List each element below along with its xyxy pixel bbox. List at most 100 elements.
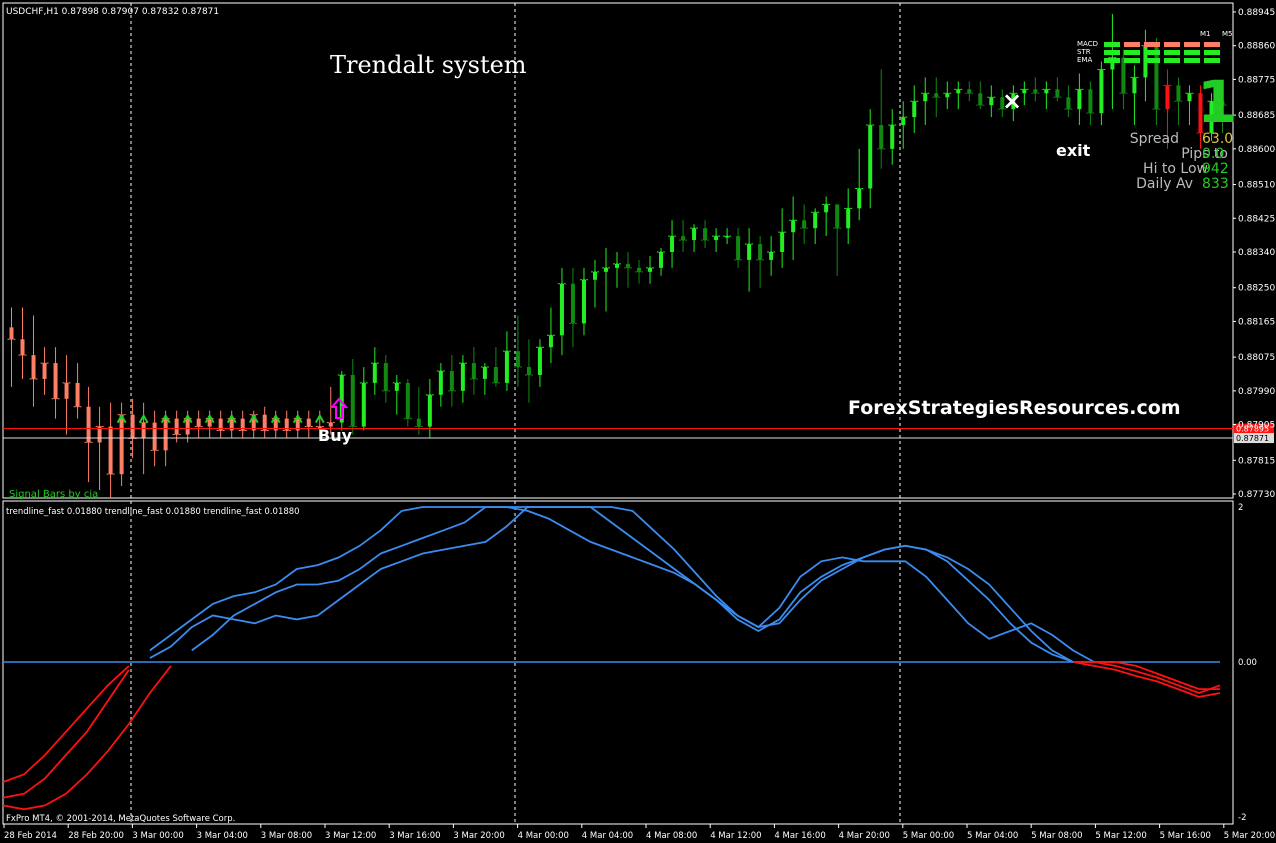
panel-label-macd: MACD <box>1077 40 1098 48</box>
time-tick-label: 4 Mar 12:00 <box>710 831 761 841</box>
buy-label: Buy <box>318 426 353 445</box>
time-tick-label: 5 Mar 04:00 <box>967 831 1018 841</box>
candle-body <box>1077 89 1082 110</box>
candle-body <box>361 382 366 427</box>
panel-signal-bar <box>1164 42 1180 47</box>
candle-body <box>405 382 410 419</box>
time-tick-label: 5 Mar 12:00 <box>1095 831 1146 841</box>
candle-body <box>659 251 664 268</box>
price-tick-label: 0.87905 <box>1238 421 1275 431</box>
candle-body <box>978 93 983 106</box>
candle-body <box>460 363 465 391</box>
time-tick-label: 28 Feb 20:00 <box>68 831 124 841</box>
panel-signal-bar <box>1164 50 1180 55</box>
price-tick-label: 0.88600 <box>1238 145 1275 155</box>
candle-body <box>1099 69 1104 114</box>
panel-signal-bar <box>1144 42 1160 47</box>
candle-body <box>615 263 619 268</box>
candle-body <box>1176 85 1181 102</box>
candle-body <box>504 351 509 383</box>
candle-body <box>1187 93 1192 102</box>
candle-body <box>306 418 311 427</box>
candle-body <box>846 208 851 229</box>
panel-signal-bar <box>1184 58 1200 63</box>
stat-dailyav-label: Daily Av <box>1136 176 1193 192</box>
candle-body <box>163 418 168 451</box>
candle-body <box>945 93 950 98</box>
candle-body <box>108 426 113 475</box>
candle-body <box>769 251 774 260</box>
time-tick-label: 3 Mar 12:00 <box>325 831 376 841</box>
candle-body <box>20 339 25 356</box>
panel-signal-bar <box>1204 50 1220 55</box>
candle-body <box>879 125 884 149</box>
price-tick-label: 0.88425 <box>1238 214 1275 224</box>
candle-body <box>449 371 454 391</box>
chart-canvas: 0.878950.87871 0.889450.888600.887750.88… <box>0 0 1276 843</box>
exit-label: exit <box>1056 141 1091 160</box>
candle-body <box>813 212 818 229</box>
time-tick-label: 3 Mar 04:00 <box>197 831 248 841</box>
price-tick-label: 0.88860 <box>1238 42 1275 52</box>
candle-body <box>196 418 201 427</box>
time-tick-label: 28 Feb 2014 <box>4 831 57 841</box>
price-tick-label: 0.87730 <box>1238 490 1275 500</box>
panel-signal-bar <box>1124 58 1140 63</box>
candle-body <box>86 406 91 443</box>
sub-tick-label: 0.00 <box>1238 658 1257 668</box>
candle-body <box>31 355 36 379</box>
candle-body <box>1055 89 1060 98</box>
candle-body <box>989 97 994 106</box>
price-tick-label: 0.88165 <box>1238 317 1275 327</box>
candle-body <box>802 220 807 229</box>
panel-big-signal: 1 <box>1197 68 1237 136</box>
indicator-label: Signal Bars by cja <box>9 489 98 500</box>
price-axis: 0.88945 0.88860 0.88775 0.88685 0.88600 0.885… <box>1233 8 1275 500</box>
candle-body <box>1066 97 1071 110</box>
candle-body <box>934 93 939 98</box>
candle-body <box>681 236 686 241</box>
candle-body <box>482 367 487 379</box>
price-line-label: 0.87871 <box>1236 434 1269 443</box>
candle-body <box>427 394 432 427</box>
time-tick-label: 3 Mar 16:00 <box>389 831 440 841</box>
panel-signal-bar <box>1184 42 1200 47</box>
candle-body <box>1044 89 1049 94</box>
time-tick-label: 4 Mar 16:00 <box>774 831 825 841</box>
candle-body <box>857 188 862 209</box>
price-tick-label: 0.88775 <box>1238 75 1275 85</box>
candle-body <box>493 367 498 383</box>
time-tick-label: 5 Mar 20:00 <box>1224 831 1275 841</box>
candle-body <box>119 414 124 475</box>
candle-body <box>515 351 520 368</box>
candle-body <box>537 347 542 375</box>
price-tick-label: 0.88945 <box>1238 8 1275 18</box>
price-tick-label: 0.87815 <box>1238 456 1275 466</box>
candle-body <box>152 422 157 451</box>
candle-body <box>703 228 708 241</box>
candle-body <box>416 418 421 427</box>
candle-body <box>626 263 631 268</box>
stat-hilo-value: 942 <box>1202 161 1229 177</box>
stat-hilo-label: Hi to Low <box>1143 161 1208 177</box>
candle-body <box>130 414 135 439</box>
candle-body <box>471 363 476 379</box>
candle-body <box>824 204 829 213</box>
sub-tick-label: -2 <box>1238 813 1246 823</box>
exit-mark-icon: × <box>1002 87 1022 115</box>
price-tick-label: 0.88685 <box>1238 111 1275 121</box>
price-tick-label: 0.87990 <box>1238 387 1275 397</box>
candle-body <box>75 382 80 407</box>
time-tick-label: 4 Mar 04:00 <box>582 831 633 841</box>
candle-body <box>912 101 917 118</box>
panel-label-ema: EMA <box>1077 56 1092 64</box>
candle-body <box>758 244 763 260</box>
candle-body <box>1033 89 1038 94</box>
candle-body <box>559 283 564 336</box>
candle-body <box>141 422 146 439</box>
time-tick-label: 5 Mar 00:00 <box>903 831 954 841</box>
candle-body <box>438 371 443 395</box>
candle-body <box>9 327 14 340</box>
price-tick-label: 0.88075 <box>1238 353 1275 363</box>
panel-signal-bar <box>1104 50 1120 55</box>
